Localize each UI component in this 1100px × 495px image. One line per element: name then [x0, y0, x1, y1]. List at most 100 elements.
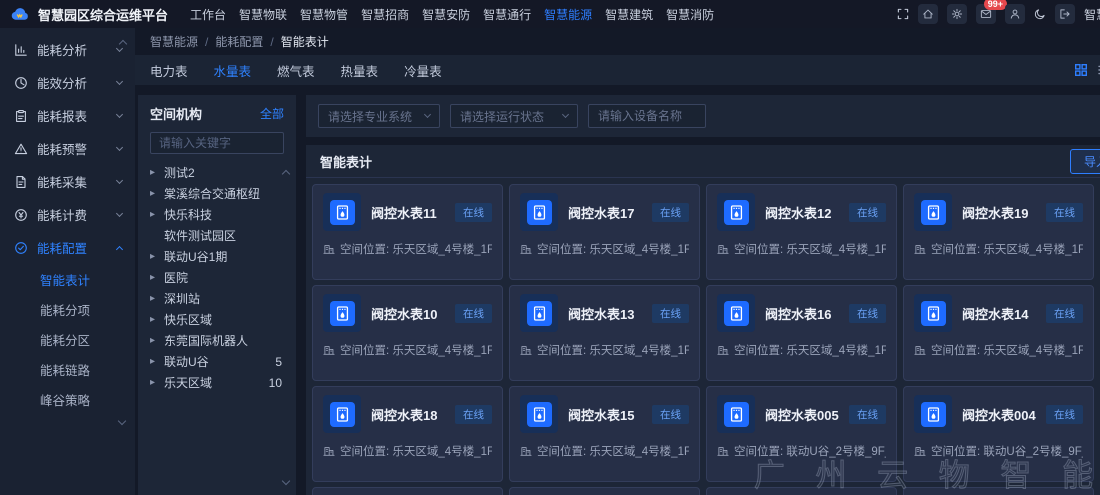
- tree-scroll-down-icon[interactable]: [283, 471, 289, 489]
- org-all-link[interactable]: 全部: [260, 105, 284, 122]
- grid-view-icon[interactable]: [1074, 63, 1088, 77]
- device-card[interactable]: 阀控水表11 在线 空间位置: 乐天区域_4号楼_1F_102: [312, 184, 503, 280]
- nav-item[interactable]: 智慧招商: [361, 6, 409, 23]
- exit-button[interactable]: [1055, 4, 1075, 24]
- breadcrumb-item[interactable]: 智能表计: [281, 33, 329, 50]
- meter-type-tab[interactable]: 冷量表: [404, 61, 442, 80]
- device-card[interactable]: 阀控水表15 在线 空间位置: 乐天区域_4号楼_1F_102: [509, 386, 700, 482]
- org-tree: 测试2 棠溪综合交通枢纽 快: [138, 159, 296, 495]
- nav-item[interactable]: 智慧安防: [422, 6, 470, 23]
- expand-arrow-icon[interactable]: [150, 167, 158, 178]
- expand-arrow-icon[interactable]: [150, 272, 158, 283]
- breadcrumb-item[interactable]: 智慧能源: [150, 33, 215, 50]
- device-card[interactable]: 阀控水表12 在线 空间位置: 乐天区域_4号楼_1F_102: [706, 184, 897, 280]
- sidebar-subitem[interactable]: 智能表计: [0, 264, 135, 294]
- expand-arrow-icon[interactable]: [150, 293, 158, 304]
- meter-type-tab[interactable]: 热量表: [341, 61, 379, 80]
- nav-item[interactable]: 工作台: [190, 6, 226, 23]
- device-card[interactable]: [312, 487, 503, 495]
- nav-item[interactable]: 智慧物管: [300, 6, 348, 23]
- status-badge: 在线: [1046, 405, 1083, 424]
- expand-arrow-icon[interactable]: [150, 314, 158, 325]
- org-tree-node[interactable]: 联动U谷1期: [138, 246, 296, 267]
- fullscreen-icon[interactable]: [897, 8, 909, 20]
- org-tree-node[interactable]: 测试2: [138, 162, 296, 183]
- meter-type-tabbar: 电力表 水量表 燃气表 热量表 冷量表: [135, 55, 1100, 85]
- expand-arrow-icon[interactable]: [150, 377, 158, 388]
- meter-type-tab[interactable]: 电力表: [150, 61, 188, 80]
- settings-button[interactable]: [947, 4, 967, 24]
- org-tree-node-label: 深圳站: [164, 290, 200, 307]
- org-search-input[interactable]: [150, 132, 284, 154]
- device-card[interactable]: 阀控水表13 在线 空间位置: 乐天区域_4号楼_1F_102: [509, 285, 700, 381]
- device-location-text: 空间位置: 乐天区域_4号楼_1F_102: [734, 342, 886, 358]
- main-nav: 工作台 智慧物联 智慧物管 智慧招商 智慧安防 智慧通行 智慧能源 智慧建筑 智…: [190, 6, 714, 23]
- device-name-input[interactable]: [588, 104, 706, 128]
- tree-scroll-up-icon[interactable]: [283, 164, 289, 182]
- sidebar-subitem[interactable]: 能耗分区: [0, 324, 135, 354]
- org-tree-node[interactable]: 东莞国际机器人: [138, 330, 296, 351]
- moon-icon[interactable]: [1034, 8, 1046, 20]
- nav-item[interactable]: 智慧消防: [666, 6, 714, 23]
- nav-item[interactable]: 智慧通行: [483, 6, 531, 23]
- device-card[interactable]: [706, 487, 897, 495]
- app-logo: 智慧园区综合运维平台: [10, 5, 168, 24]
- org-tree-node[interactable]: 软件测试园区: [138, 225, 296, 246]
- org-tree-node[interactable]: 棠溪综合交通枢纽: [138, 183, 296, 204]
- building-icon: [323, 445, 335, 457]
- expand-arrow-icon[interactable]: [150, 251, 158, 262]
- sidebar-item[interactable]: 能耗配置: [0, 231, 135, 264]
- device-card[interactable]: [903, 487, 1094, 495]
- device-card[interactable]: 阀控水表005 在线 空间位置: 联动U谷_2号楼_9F_办公区: [706, 386, 897, 482]
- nav-item[interactable]: 智慧能源: [544, 6, 592, 23]
- org-tree-node[interactable]: 乐天区域 10: [138, 372, 296, 393]
- expand-arrow-icon[interactable]: [150, 356, 158, 367]
- device-location-text: 空间位置: 乐天区域_4号楼_1F_102: [931, 342, 1083, 358]
- user-button[interactable]: [1005, 4, 1025, 24]
- nav-item[interactable]: 智慧建筑: [605, 6, 653, 23]
- sidebar-item[interactable]: 能效分析: [0, 66, 135, 99]
- sidebar-subitem[interactable]: 能耗链路: [0, 354, 135, 384]
- sidebar-item[interactable]: 能耗报表: [0, 99, 135, 132]
- sidebar-item[interactable]: 能耗预警: [0, 132, 135, 165]
- status-badge: 在线: [849, 203, 886, 222]
- home-button[interactable]: [918, 4, 938, 24]
- org-tree-node[interactable]: 深圳站: [138, 288, 296, 309]
- org-tree-node[interactable]: 医院: [138, 267, 296, 288]
- nav-item[interactable]: 智慧物联: [239, 6, 287, 23]
- expand-arrow-icon[interactable]: [150, 335, 158, 346]
- sidebar-scroll-down-icon[interactable]: [0, 414, 135, 424]
- org-tree-node[interactable]: 联动U谷 5: [138, 351, 296, 372]
- expand-arrow-icon[interactable]: [150, 209, 158, 220]
- device-card[interactable]: 阀控水表10 在线 空间位置: 乐天区域_4号楼_1F_102: [312, 285, 503, 381]
- sidebar-item[interactable]: 能耗采集: [0, 165, 135, 198]
- device-card[interactable]: 阀控水表16 在线 空间位置: 乐天区域_4号楼_1F_102: [706, 285, 897, 381]
- device-location: 空间位置: 乐天区域_4号楼_1F_102: [323, 443, 492, 459]
- notifications-button[interactable]: 99+: [976, 4, 996, 24]
- sidebar-item[interactable]: 能耗分析: [0, 33, 135, 66]
- org-tree-node[interactable]: 快乐区域: [138, 309, 296, 330]
- water-meter-icon: [520, 395, 558, 433]
- import-button[interactable]: 导入: [1070, 149, 1100, 174]
- sidebar-subitem[interactable]: 峰谷策略: [0, 384, 135, 414]
- expand-arrow-icon[interactable]: [150, 188, 158, 199]
- sidebar-item[interactable]: 能耗计费: [0, 198, 135, 231]
- device-card[interactable]: 阀控水表14 在线 空间位置: 乐天区域_4号楼_1F_102: [903, 285, 1094, 381]
- sidebar-subitem[interactable]: 能耗分项: [0, 294, 135, 324]
- device-card[interactable]: 阀控水表004 在线 空间位置: 联动U谷_2号楼_9F_办公区: [903, 386, 1094, 482]
- device-card[interactable]: [509, 487, 700, 495]
- filter-bar: 请选择专业系统 请选择运行状态: [306, 95, 1100, 137]
- cloud-logo-icon: [10, 7, 31, 21]
- org-tree-node-count: 5: [275, 355, 282, 369]
- status-badge: 在线: [455, 405, 492, 424]
- breadcrumb-item[interactable]: 能耗配置: [215, 33, 280, 50]
- org-tree-node[interactable]: 快乐科技: [138, 204, 296, 225]
- system-select[interactable]: 请选择专业系统: [318, 104, 440, 128]
- device-card[interactable]: 阀控水表17 在线 空间位置: 乐天区域_4号楼_1F_102: [509, 184, 700, 280]
- chevron-down-icon: [424, 111, 431, 118]
- meter-type-tab[interactable]: 燃气表: [277, 61, 315, 80]
- status-select[interactable]: 请选择运行状态: [450, 104, 578, 128]
- device-card[interactable]: 阀控水表18 在线 空间位置: 乐天区域_4号楼_1F_102: [312, 386, 503, 482]
- device-card[interactable]: 阀控水表19 在线 空间位置: 乐天区域_4号楼_1F_102: [903, 184, 1094, 280]
- meter-type-tab[interactable]: 水量表: [214, 61, 252, 80]
